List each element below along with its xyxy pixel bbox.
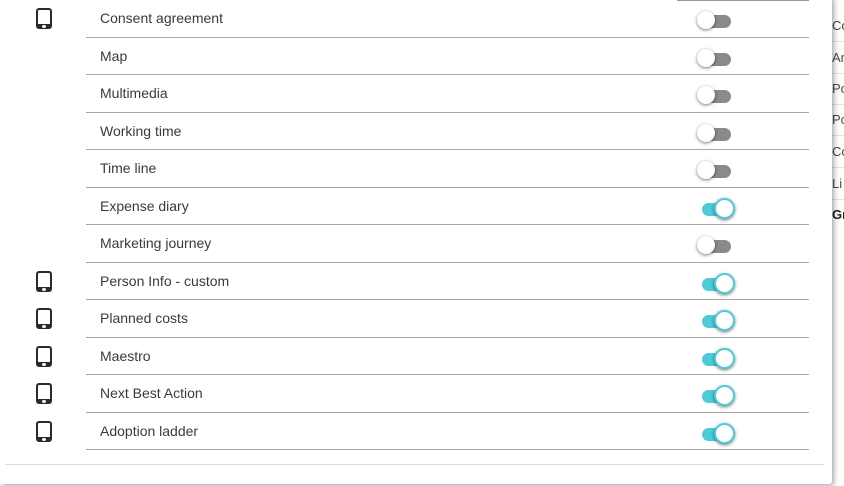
module-label: Adoption ladder [100,422,199,439]
module-label: Expense diary [100,197,189,214]
background-row-3: Po [832,73,844,105]
module-toggle-switch[interactable] [697,86,733,106]
module-toggle-switch[interactable] [697,197,735,219]
module-label: Map [100,47,128,64]
module-label: Next Best Action [100,385,203,401]
tablet-icon [36,420,52,442]
module-row: Adoption ladder [0,413,820,450]
module-row: Person Info - custom [0,263,820,300]
module-label: Planned costs [100,310,188,326]
row-divider [86,449,678,450]
toggle-knob [714,385,735,406]
toggle-knob [697,236,715,254]
background-row-1: Co [832,10,844,42]
module-toggle-switch[interactable] [697,123,733,144]
background-row-6: Li [832,168,844,200]
module-toggle-switch[interactable] [697,422,735,444]
module-label: Person Info - custom [100,272,230,289]
module-label: Multimedia [100,85,168,101]
toggle-knob [697,123,715,142]
module-row: Next Best Action [0,375,820,413]
module-row: Map [0,38,820,75]
toggle-knob [697,11,715,29]
module-row: Consent agreement [0,0,820,38]
module-row: Multimedia [0,75,820,113]
module-row: Working time [0,113,820,150]
module-label: Time line [100,160,157,176]
tablet-icon [36,270,52,292]
module-row: Maestro [0,338,820,375]
toggle-knob [714,422,735,444]
module-toggle-switch[interactable] [697,11,733,31]
toggle-knob [714,310,735,331]
background-row-5: Co [832,136,844,168]
screen: Co Ar Po Po Co Li Gr Consent agreement Ma… [0,0,844,486]
module-toggle-switch[interactable] [697,310,735,331]
toggle-knob [697,86,715,104]
module-toggle-switch[interactable] [697,236,733,256]
toggle-knob [714,272,735,294]
background-row-4: Po [832,104,844,136]
dialog-footer-divider [5,464,824,465]
module-label: Marketing journey [100,235,212,251]
module-label: Consent agreement [100,10,223,26]
tablet-icon [36,308,52,329]
row-divider [677,449,809,450]
module-toggle-switch[interactable] [697,161,733,181]
module-row: Time line [0,150,820,188]
tablet-icon [36,8,52,29]
module-row: Expense diary [0,188,820,225]
background-row-2: Ar [832,42,844,74]
module-row: Planned costs [0,300,820,338]
toggle-knob [714,347,735,369]
tablet-icon [36,345,52,367]
module-toggle-switch[interactable] [697,385,735,406]
toggle-knob [697,48,715,67]
module-label: Maestro [100,347,151,364]
module-label: Working time [100,122,182,139]
module-toggle-switch[interactable] [697,347,735,369]
module-row: Marketing journey [0,225,820,263]
background-row-7: Gr [832,207,844,222]
tablet-icon [36,383,52,404]
toggle-knob [697,161,715,179]
module-toggle-switch[interactable] [697,272,735,294]
modules-dialog: Consent agreement Map Multimedia Working ti… [0,0,832,484]
toggle-knob [714,197,735,219]
module-toggle-switch[interactable] [697,48,733,69]
